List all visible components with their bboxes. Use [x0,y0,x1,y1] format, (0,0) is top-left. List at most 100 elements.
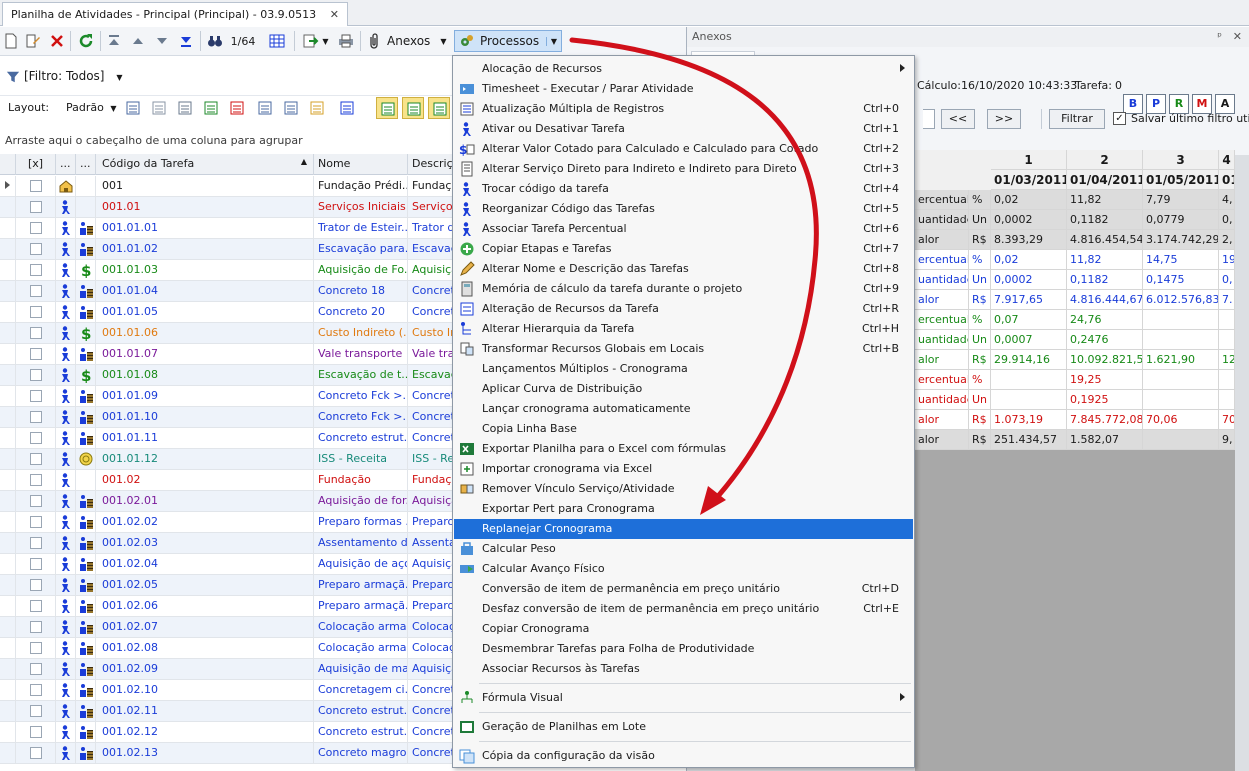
row-checkbox[interactable] [30,222,42,234]
menu-item-atualizacao-multipla-de-registros[interactable]: Atualização Múltipla de Registros Ctrl+0 [454,99,913,119]
cronograma-row[interactable]: alor R$ 29.914,16 10.092.821,56 1.621,90 12 [915,350,1235,370]
menu-item-desmembrar-tarefas-para-folha-de-produtividade[interactable]: Desmembrar Tarefas para Folha de Produti… [454,639,913,659]
menu-item-desfaz-conversao-de-item-de-permanencia-em-preco-unitario[interactable]: Desfaz conversão de item de permanência … [454,599,913,619]
row-checkbox[interactable] [30,432,42,444]
menu-item-alterar-nome-e-descricao-das-tarefas[interactable]: Alterar Nome e Descrição das Tarefas Ctrl… [454,259,913,279]
row-checkbox[interactable] [30,579,42,591]
row-checkbox[interactable] [30,600,42,612]
find-button[interactable] [204,30,226,52]
table-row[interactable]: $001.01.06 Custo Indireto (... Custo In [0,323,460,344]
row-checkbox[interactable] [30,516,42,528]
menu-item-copia-da-configuracao-da-visao[interactable]: Cópia da configuração da visão [454,746,913,766]
table-row[interactable]: 001.02.06 Preparo armaçã... Preparo [0,596,460,617]
cronograma-row[interactable]: alor R$ 7.917,65 4.816.444,67 6.012.576,83 7. [915,290,1235,310]
calendar-button[interactable] [266,30,288,52]
table-row[interactable]: 001.01.01 Trator de Esteir... Trator d [0,218,460,239]
close-panel-icon[interactable]: ✕ [1233,30,1242,43]
date-input-tail[interactable] [923,109,935,129]
row-checkbox[interactable] [30,390,42,402]
table-row[interactable]: 001.02.02 Preparo formas ... Preparo [0,512,460,533]
cronograma-row[interactable]: uantidade Un 0,0002 0,1182 0,1475 0, [915,270,1235,290]
menu-item-calcular-avanco-fisico[interactable]: Calcular Avanço Físico [454,559,913,579]
menu-item-alterar-valor-cotado-para-calculado-e-calculado-para-cotado[interactable]: $ Alterar Valor Cotado para Calculado e C… [454,139,913,159]
table-row[interactable]: 001.01.11 Concreto estrut... Concret [0,428,460,449]
row-checkbox[interactable] [30,411,42,423]
menu-item-geracao-de-planilhas-em-lote[interactable]: Geração de Planilhas em Lote [454,717,913,737]
table-row[interactable]: 001.02.12 Concreto estrut... Concret [0,722,460,743]
row-checkbox[interactable] [30,621,42,633]
menu-item-copiar-cronograma[interactable]: Copiar Cronograma [454,619,913,639]
menu-item-lancar-cronograma-automaticamente[interactable]: Lançar cronograma automaticamente [454,399,913,419]
table-row[interactable]: 001.02.07 Colocação arma... Colocaç [0,617,460,638]
table-row[interactable]: 001.02.13 Concreto magro... Concret [0,743,460,764]
menu-item-alteracao-de-recursos-da-tarefa[interactable]: Alteração de Recursos da Tarefa Ctrl+R [454,299,913,319]
layout-save-button[interactable] [122,97,144,119]
row-checkbox[interactable] [30,180,42,192]
table-row[interactable]: 001.02.05 Preparo armaçã... Preparo [0,575,460,596]
anexos-dropdown-button[interactable]: Anexos ▼ [366,30,450,52]
table-row[interactable]: 001.01.10 Concreto Fck >... Concret [0,407,460,428]
row-checkbox[interactable] [30,201,42,213]
cronograma-row[interactable]: uantidade Un 0,0007 0,2476 [915,330,1235,350]
table-row[interactable]: 001.01 Serviços Iniciais Serviços [0,197,460,218]
salvar-filtro-checkbox[interactable]: ✓ [1113,112,1126,125]
menu-item-alterar-hierarquia-da-tarefa[interactable]: Alterar Hierarquia da Tarefa Ctrl+H [454,319,913,339]
menu-item-associar-recursos-as-tarefas[interactable]: Associar Recursos às Tarefas [454,659,913,679]
row-checkbox[interactable] [30,264,42,276]
menu-item-copiar-etapas-e-tarefas[interactable]: Copiar Etapas e Tarefas Ctrl+7 [454,239,913,259]
cronograma-row[interactable]: alor R$ 1.073,19 7.845.772,08 70,06 70 [915,410,1235,430]
cronograma-row[interactable]: ercentual% 19,25 [915,370,1235,390]
menu-item-remover-vinculo-servico-atividade[interactable]: Remover Vínculo Serviço/Atividade [454,479,913,499]
menu-item-importar-cronograma-via-excel[interactable]: Importar cronograma via Excel [454,459,913,479]
row-checkbox[interactable] [30,243,42,255]
row-checkbox[interactable] [30,747,42,759]
row-checkbox[interactable] [30,537,42,549]
cronograma-row[interactable]: ercentual% 0,02 11,82 7,79 4, [915,190,1235,210]
edit-record-button[interactable] [24,30,42,52]
column-header-nome[interactable]: Nome [314,154,408,175]
layout-view-3-button[interactable] [428,97,450,119]
row-checkbox[interactable] [30,726,42,738]
layout-view-2-button[interactable] [402,97,424,119]
table-row[interactable]: $001.01.08 Escavação de t... Escavaç [0,365,460,386]
row-checkbox[interactable] [30,327,42,339]
menu-item-exportar-pert-para-cronograma[interactable]: Exportar Pert para Cronograma [454,499,913,519]
document-tab[interactable]: Planilha de Atividades - Principal (Prin… [2,2,348,26]
menu-item-calcular-peso[interactable]: Calcular Peso [454,539,913,559]
filtrar-button[interactable]: Filtrar [1049,109,1105,129]
menu-item-alterar-servico-direto-para-indireto-e-indireto-para-direto[interactable]: Alterar Serviço Direto para Indireto e I… [454,159,913,179]
print-button[interactable] [336,30,356,52]
table-row[interactable]: $001.01.03 Aquisição de Fo... Aquisiçã [0,260,460,281]
row-checkbox[interactable] [30,306,42,318]
last-record-button[interactable] [176,30,196,52]
column-header-codigo[interactable]: Código da Tarefa ▲ [96,154,314,175]
table-row[interactable]: 001.01.02 Escavação para... Escavaç [0,239,460,260]
menu-item-copia-linha-base[interactable]: Copia Linha Base [454,419,913,439]
table-row[interactable]: 001.01.07 Vale transporte Vale tra [0,344,460,365]
row-checkbox[interactable] [30,558,42,570]
layout-delete-button[interactable] [148,97,170,119]
column-header-icon-1[interactable]: ... [56,154,76,175]
cronograma-row[interactable]: uantidade Un 0,0002 0,1182 0,0779 0, [915,210,1235,230]
cronograma-row[interactable]: ercentual% 0,02 11,82 14,75 19 [915,250,1235,270]
row-checkbox[interactable] [30,705,42,717]
table-row[interactable]: 001.01.05 Concreto 20 Concret [0,302,460,323]
row-checkbox[interactable] [30,474,42,486]
table-row[interactable]: 001.01.04 Concreto 18 Concret [0,281,460,302]
row-checkbox[interactable] [30,684,42,696]
menu-item-transformar-recursos-globais-em-locais[interactable]: Transformar Recursos Globais em Locais Ct… [454,339,913,359]
table-row[interactable]: 001.01.09 Concreto Fck >... Concret [0,386,460,407]
menu-item-ativar-ou-desativar-tarefa[interactable]: Ativar ou Desativar Tarefa Ctrl+1 [454,119,913,139]
layout-preset-dropdown[interactable]: Padrão ▼ [66,101,117,114]
menu-item-lancamentos-multiplos-cronograma[interactable]: Lançamentos Múltiplos - Cronograma [454,359,913,379]
table-row[interactable]: 001.02.04 Aquisição de aço Aquisiçã [0,554,460,575]
column-header-icon-2[interactable]: ... [76,154,96,175]
table-row[interactable]: 001.02.10 Concretagem ci... Concret [0,680,460,701]
row-checkbox[interactable] [30,348,42,360]
table-row[interactable]: 001.01.12 ISS - Receita ISS - Re [0,449,460,470]
row-checkbox[interactable] [30,663,42,675]
filter-dropdown[interactable]: [Filtro: Todos] ▼ [24,69,122,83]
layout-export-button[interactable] [200,97,222,119]
previous-record-button[interactable] [128,30,148,52]
layout-chart-button[interactable] [336,97,366,119]
